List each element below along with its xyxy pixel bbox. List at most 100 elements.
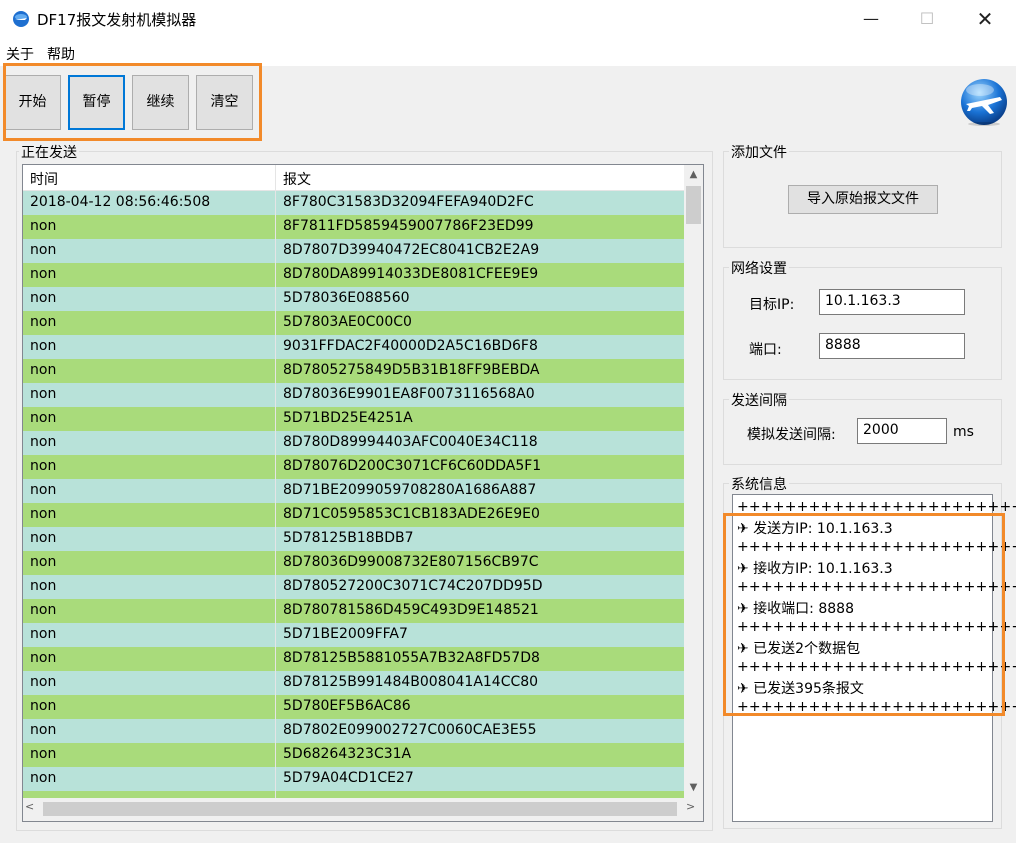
- cell-message: 8D78076D200C3071CF6C60DDA5F1: [283, 458, 542, 474]
- scroll-up-icon[interactable]: ▲: [684, 166, 703, 184]
- sysinfo-highlight-box: [723, 513, 1005, 716]
- cell-time: non: [30, 530, 57, 546]
- cell-message: 8D780DA89914033DE8081CFEE9E9: [283, 266, 539, 282]
- cell-time: non: [30, 386, 57, 402]
- scroll-down-icon[interactable]: ▼: [684, 779, 703, 797]
- column-header-time[interactable]: 时间: [30, 169, 58, 189]
- table-row[interactable]: non 5D78036E088560: [23, 287, 684, 311]
- table-row[interactable]: non 8D780DA89914033DE8081CFEE9E9: [23, 263, 684, 287]
- cell-time: non: [30, 746, 57, 762]
- port-label: 端口:: [749, 342, 782, 358]
- close-button[interactable]: ✕: [956, 0, 1014, 38]
- table-row[interactable]: non 8D78076D200C3071CF6C60DDA5F1: [23, 455, 684, 479]
- cell-message: 5D780EF5B6AC86: [283, 698, 411, 714]
- table-row[interactable]: non 5D7803AE0C00C0: [23, 311, 684, 335]
- column-divider[interactable]: [275, 165, 276, 798]
- interval-input[interactable]: 2000: [857, 418, 947, 444]
- cell-message: 8D71BE2099059708280A1686A887: [283, 482, 537, 498]
- cell-time: non: [30, 314, 57, 330]
- cell-time: non: [30, 770, 57, 786]
- target-ip-input[interactable]: 10.1.163.3: [819, 289, 965, 315]
- cell-time: non: [30, 338, 57, 354]
- table-row[interactable]: non 5D68264323C31A: [23, 743, 684, 767]
- table-row[interactable]: [23, 791, 684, 798]
- sending-group-title: 正在发送: [19, 142, 79, 162]
- cell-time: non: [30, 578, 57, 594]
- table-row[interactable]: non 8D780781586D459C493D9E148521: [23, 599, 684, 623]
- cell-message: 8F780C31583D32094FEFA940D2FC: [283, 194, 534, 210]
- cell-message: 5D71BD25E4251A: [283, 410, 413, 426]
- cell-message: 8D7802E099002727C0060CAE3E55: [283, 722, 537, 738]
- cell-time: non: [30, 602, 57, 618]
- cell-time: non: [30, 410, 57, 426]
- horizontal-scroll-thumb[interactable]: [43, 802, 677, 816]
- cell-time: non: [30, 722, 57, 738]
- app-globe-icon: [13, 11, 29, 27]
- table-body: 2018-04-12 08:56:46:508 8F780C31583D32094…: [23, 191, 684, 798]
- cell-time: non: [30, 698, 57, 714]
- table-row[interactable]: 2018-04-12 08:56:46:508 8F780C31583D32094…: [23, 191, 684, 215]
- table-row[interactable]: non 8D780527200C3071C74C207DD95D: [23, 575, 684, 599]
- cell-message: 9031FFDAC2F40000D2A5C16BD6F8: [283, 338, 538, 354]
- table-row[interactable]: non 8D7807D39940472EC8041CB2E2A9: [23, 239, 684, 263]
- toolbar-highlight-box: [3, 63, 262, 141]
- vertical-scrollbar[interactable]: [684, 165, 703, 798]
- table-row[interactable]: non 8D7802E099002727C0060CAE3E55: [23, 719, 684, 743]
- cell-time: 2018-04-12 08:56:46:508: [30, 194, 211, 210]
- window-title: DF17报文发射机模拟器: [37, 11, 197, 29]
- network-settings-group-title: 网络设置: [729, 258, 789, 278]
- column-header-message[interactable]: 报文: [283, 169, 311, 189]
- table-row[interactable]: non 9031FFDAC2F40000D2A5C16BD6F8: [23, 335, 684, 359]
- add-file-group-title: 添加文件: [729, 142, 789, 162]
- cell-time: non: [30, 554, 57, 570]
- cell-message: 5D7803AE0C00C0: [283, 314, 412, 330]
- table-row[interactable]: non 5D78125B18BDB7: [23, 527, 684, 551]
- table-row[interactable]: non 8D780D89994403AFC0040E34C118: [23, 431, 684, 455]
- table-row[interactable]: non 8D78125B5881055A7B32A8FD57D8: [23, 647, 684, 671]
- system-info-group-title: 系统信息: [729, 474, 789, 494]
- cell-time: non: [30, 218, 57, 234]
- table-row[interactable]: non 8D71C0595853C1CB183ADE26E9E0: [23, 503, 684, 527]
- cell-message: 8D78036D99008732E807156CB97C: [283, 554, 539, 570]
- target-ip-label: 目标IP:: [749, 297, 795, 313]
- cell-time: non: [30, 626, 57, 642]
- scroll-left-icon[interactable]: <: [25, 800, 41, 818]
- cell-message: 5D68264323C31A: [283, 746, 412, 762]
- table-row[interactable]: non 5D780EF5B6AC86: [23, 695, 684, 719]
- cell-time: non: [30, 458, 57, 474]
- menu-about[interactable]: 关于: [6, 44, 34, 64]
- vertical-scroll-thumb[interactable]: [686, 186, 701, 224]
- cell-message: 8D78125B991484B008041A14CC80: [283, 674, 539, 690]
- cell-time: non: [30, 482, 57, 498]
- cell-time: non: [30, 362, 57, 378]
- cell-message: 8D780781586D459C493D9E148521: [283, 602, 539, 618]
- cell-message: 8D7805275849D5B31B18FF9BEBDA: [283, 362, 540, 378]
- table-row[interactable]: non 8D78125B991484B008041A14CC80: [23, 671, 684, 695]
- cell-message: 5D79A04CD1CE27: [283, 770, 414, 786]
- table-row[interactable]: non 8D71BE2099059708280A1686A887: [23, 479, 684, 503]
- table-row[interactable]: non 5D71BE2009FFA7: [23, 623, 684, 647]
- port-input[interactable]: 8888: [819, 333, 965, 359]
- table-row[interactable]: non 8D7805275849D5B31B18FF9BEBDA: [23, 359, 684, 383]
- cell-message: 8D78125B5881055A7B32A8FD57D8: [283, 650, 540, 666]
- cell-message: 8F7811FD5859459007786F23ED99: [283, 218, 534, 234]
- scroll-right-icon[interactable]: >: [686, 800, 702, 818]
- menu-help[interactable]: 帮助: [47, 44, 75, 64]
- table-row[interactable]: non 8F7811FD5859459007786F23ED99: [23, 215, 684, 239]
- cell-time: non: [30, 266, 57, 282]
- cell-message: 8D7807D39940472EC8041CB2E2A9: [283, 242, 540, 258]
- cell-message: 8D780527200C3071C74C207DD95D: [283, 578, 543, 594]
- cell-time: non: [30, 506, 57, 522]
- cell-message: 8D78036E9901EA8F0073116568A0: [283, 386, 535, 402]
- table-row[interactable]: non 5D79A04CD1CE27: [23, 767, 684, 791]
- table-row[interactable]: non 5D71BD25E4251A: [23, 407, 684, 431]
- import-file-button[interactable]: 导入原始报文文件: [788, 185, 938, 214]
- cell-time: non: [30, 650, 57, 666]
- minimize-button[interactable]: —: [842, 0, 900, 38]
- table-row[interactable]: non 8D78036D99008732E807156CB97C: [23, 551, 684, 575]
- maximize-button[interactable]: ☐: [898, 0, 956, 38]
- table-row[interactable]: non 8D78036E9901EA8F0073116568A0: [23, 383, 684, 407]
- cell-time: non: [30, 434, 57, 450]
- network-settings-group: [723, 267, 1002, 380]
- cell-message: 5D78125B18BDB7: [283, 530, 414, 546]
